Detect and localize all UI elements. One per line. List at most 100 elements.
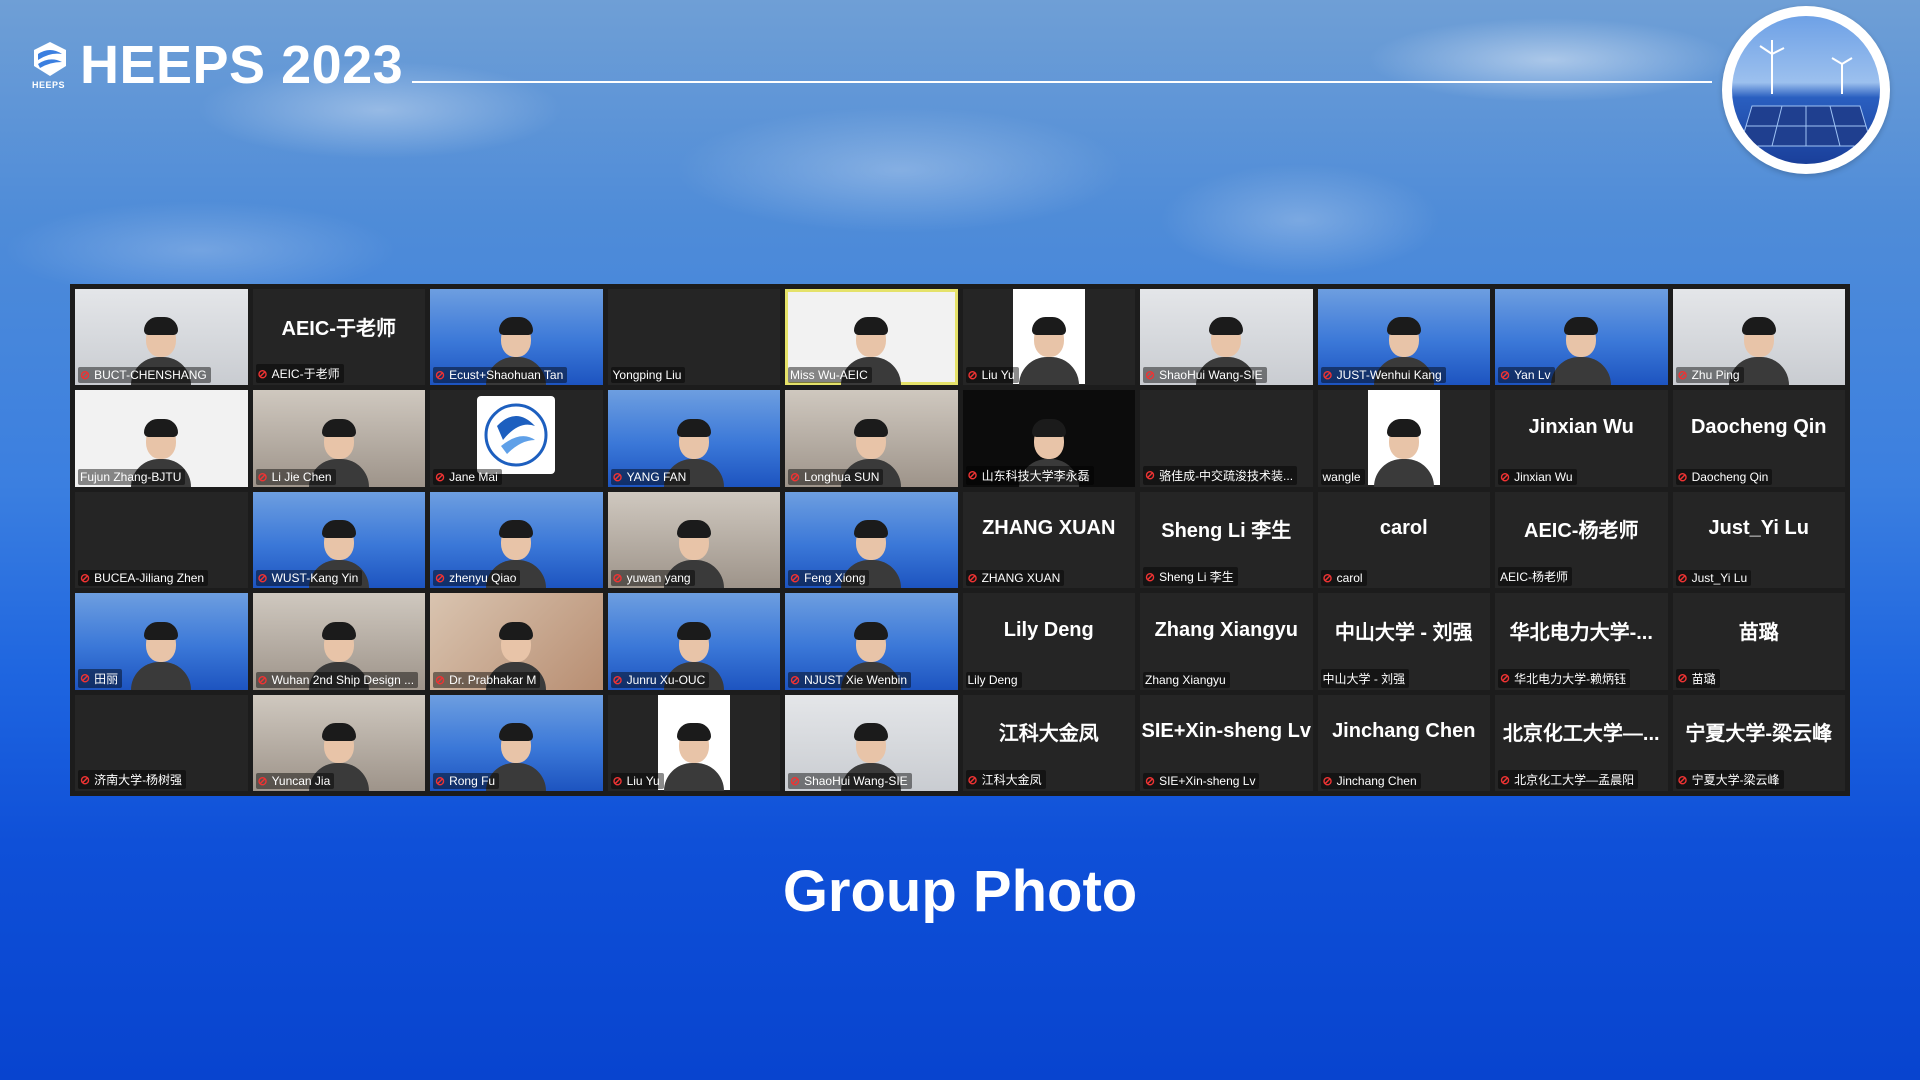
participant-tile[interactable]: Fujun Zhang-BJTU — [75, 390, 248, 487]
participant-tile[interactable]: Miss Wu-AEIC — [785, 289, 958, 386]
participant-tile[interactable]: ⊘ Longhua SUN — [785, 390, 958, 487]
participant-tile[interactable]: carol ⊘ carol — [1317, 491, 1490, 589]
participant-tile[interactable]: 北京化工大学—... ⊘ 北京化工大学—孟晨阳 — [1495, 694, 1668, 791]
participant-name: Yan Lv — [1514, 368, 1551, 383]
participant-name: Sheng Li 李生 — [1159, 570, 1234, 585]
participant-tile[interactable]: Zhang Xiangyu Zhang Xiangyu — [1140, 593, 1313, 690]
participant-tile[interactable]: ⊘ Wuhan 2nd Ship Design ... — [252, 593, 425, 690]
participant-name: ShaoHui Wang-SIE — [804, 774, 908, 788]
participant-tile[interactable]: ⊘ zhenyu Qiao — [430, 491, 603, 589]
participant-name-label: ⊘ WUST-Kang Yin — [255, 570, 363, 587]
participant-display-name: 华北电力大学-... — [1509, 621, 1653, 644]
microphone-muted-icon: ⊘ — [257, 571, 268, 586]
microphone-muted-icon: ⊘ — [435, 469, 446, 484]
participant-name-label: Zhang Xiangyu — [1143, 671, 1230, 688]
participant-name: Dr. Prabhakar M — [449, 672, 537, 687]
participant-tile[interactable]: ⊘ Yan Lv — [1495, 289, 1668, 386]
participant-tile[interactable]: wangle — [1317, 390, 1490, 487]
participant-tile[interactable]: ⊘ NJUST Xie Wenbin — [785, 593, 958, 690]
participant-tile[interactable]: ⊘ Li Jie Chen — [252, 390, 425, 487]
participant-tile[interactable]: ⊘ Zhu Ping — [1672, 289, 1845, 386]
participant-tile[interactable]: AEIC-于老师 ⊘ AEIC-于老师 — [252, 289, 425, 386]
participant-tile[interactable]: 宁夏大学-梁云峰 ⊘ 宁夏大学-梁云峰 — [1672, 694, 1845, 791]
participant-name-label: ⊘ 田丽 — [78, 668, 123, 688]
participant-name-label: ⊘ Longhua SUN — [788, 468, 884, 485]
participant-tile[interactable]: Yongping Liu — [607, 289, 780, 386]
participant-name: Rong Fu — [449, 774, 496, 788]
participant-name-label: ⊘ carol — [1320, 570, 1367, 587]
participant-tile[interactable]: Jinchang Chen ⊘ Jinchang Chen — [1317, 694, 1490, 791]
participant-tile[interactable]: SIE+Xin-sheng Lv ⊘ SIE+Xin-sheng Lv — [1140, 694, 1313, 791]
microphone-muted-icon: ⊘ — [1677, 671, 1688, 686]
participant-tile[interactable]: ⊘ YANG FAN — [607, 390, 780, 487]
microphone-muted-icon: ⊘ — [967, 772, 978, 787]
participant-name-label: ⊘ zhenyu Qiao — [433, 570, 521, 587]
microphone-muted-icon: ⊘ — [1145, 569, 1156, 584]
participant-name-label: 中山大学 - 刘强 — [1320, 668, 1410, 688]
participant-tile[interactable]: ⊘ Liu Yu — [607, 694, 780, 791]
participant-display-name: Sheng Li 李生 — [1161, 520, 1292, 543]
participant-tile[interactable]: ⊘ 田丽 — [75, 593, 248, 690]
participant-name: YANG FAN — [626, 469, 687, 484]
participant-tile[interactable]: 中山大学 - 刘强 中山大学 - 刘强 — [1317, 593, 1490, 690]
participant-name: Jinchang Chen — [1336, 774, 1417, 788]
participant-name-label: wangle — [1320, 468, 1365, 485]
participant-name: Longhua SUN — [804, 469, 880, 484]
microphone-muted-icon: ⊘ — [1500, 368, 1511, 383]
participant-name-label: ⊘ Liu Yu — [610, 773, 664, 789]
participant-name-label: AEIC-杨老师 — [1498, 567, 1573, 587]
participant-tile[interactable]: ⊘ WUST-Kang Yin — [252, 491, 425, 589]
participant-tile[interactable]: ⊘ Jane Mai — [430, 390, 603, 487]
participant-tile[interactable]: ⊘ 济南大学-杨树强 — [75, 694, 248, 791]
participant-name-label: ⊘ YANG FAN — [610, 468, 691, 485]
microphone-muted-icon: ⊘ — [435, 774, 446, 788]
microphone-muted-icon: ⊘ — [1322, 571, 1333, 586]
microphone-muted-icon: ⊘ — [435, 571, 446, 586]
participant-tile[interactable]: ⊘ BUCEA-Jiliang Zhen — [75, 491, 248, 589]
participant-tile[interactable]: Just_Yi Lu ⊘ Just_Yi Lu — [1672, 491, 1845, 589]
participant-name: ShaoHui Wang-SIE — [1159, 368, 1263, 383]
participant-tile[interactable]: ⊘ yuwan yang — [607, 491, 780, 589]
participant-tile[interactable]: Jinxian Wu ⊘ Jinxian Wu — [1495, 390, 1668, 487]
participant-tile[interactable]: ⊘ Rong Fu — [430, 694, 603, 791]
participant-display-name: Jinchang Chen — [1332, 720, 1476, 743]
participant-tile[interactable]: ⊘ Feng Xiong — [785, 491, 958, 589]
participant-tile[interactable]: ⊘ JUST-Wenhui Kang — [1317, 289, 1490, 386]
participant-tile[interactable]: ⊘ 骆佳成-中交疏浚技术装... — [1140, 390, 1313, 487]
participant-name: 北京化工大学—孟晨阳 — [1514, 773, 1635, 787]
participant-tile[interactable]: ⊘ ShaoHui Wang-SIE — [785, 694, 958, 791]
participant-name: 田丽 — [94, 671, 119, 686]
participant-name: wangle — [1322, 469, 1361, 484]
participant-display-name: SIE+Xin-sheng Lv — [1141, 720, 1311, 743]
microphone-muted-icon: ⊘ — [257, 672, 268, 687]
participant-tile[interactable]: Daocheng Qin ⊘ Daocheng Qin — [1672, 390, 1845, 487]
participant-tile[interactable]: 华北电力大学-... ⊘ 华北电力大学-赖炳钰 — [1495, 593, 1668, 690]
participant-name: Zhang Xiangyu — [1145, 672, 1226, 687]
participant-tile[interactable]: ⊘ Junru Xu-OUC — [607, 593, 780, 690]
participant-tile[interactable]: ZHANG XUAN ⊘ ZHANG XUAN — [962, 491, 1135, 589]
group-photo-caption: Group Photo — [782, 859, 1138, 924]
participant-name: ZHANG XUAN — [981, 571, 1061, 586]
participant-tile[interactable]: 江科大金凤 ⊘ 江科大金凤 — [962, 694, 1135, 791]
microphone-muted-icon: ⊘ — [612, 571, 623, 586]
participant-name-label: ⊘ ZHANG XUAN — [965, 570, 1065, 587]
microphone-muted-icon: ⊘ — [435, 368, 446, 383]
microphone-muted-icon: ⊘ — [790, 571, 801, 586]
participant-tile[interactable]: Lily Deng Lily Deng — [962, 593, 1135, 690]
participant-name-label: Fujun Zhang-BJTU — [78, 468, 186, 485]
participant-tile[interactable]: Sheng Li 李生 ⊘ Sheng Li 李生 — [1140, 491, 1313, 589]
participant-tile[interactable]: ⊘ Liu Yu — [962, 289, 1135, 386]
participant-tile[interactable]: ⊘ Dr. Prabhakar M — [430, 593, 603, 690]
participant-tile[interactable]: ⊘ BUCT-CHENSHANG — [75, 289, 248, 386]
participant-tile[interactable]: ⊘ Yuncan Jia — [252, 694, 425, 791]
participant-name: 江科大金凤 — [981, 773, 1042, 787]
participant-display-name: AEIC-杨老师 — [1524, 520, 1639, 543]
microphone-muted-icon: ⊘ — [1500, 772, 1511, 787]
participant-tile[interactable]: ⊘ ShaoHui Wang-SIE — [1140, 289, 1313, 386]
participant-tile[interactable]: AEIC-杨老师 AEIC-杨老师 — [1495, 491, 1668, 589]
microphone-muted-icon: ⊘ — [80, 368, 91, 383]
participant-tile[interactable]: ⊘ 山东科技大学李永磊 — [962, 390, 1135, 487]
microphone-muted-icon: ⊘ — [1322, 774, 1333, 788]
participant-tile[interactable]: ⊘ Ecust+Shaohuan Tan — [430, 289, 603, 386]
participant-tile[interactable]: 苗璐 ⊘ 苗璐 — [1672, 593, 1845, 690]
